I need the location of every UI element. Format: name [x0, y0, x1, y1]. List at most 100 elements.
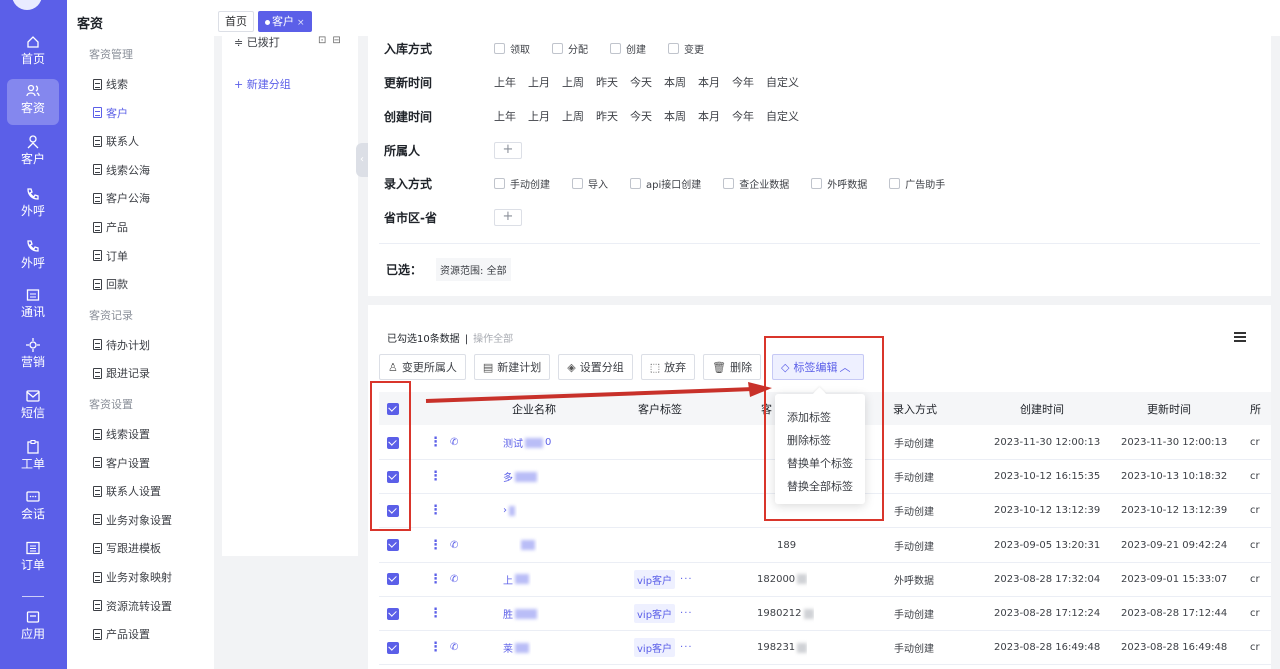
new-plan-button[interactable]: ▤ 新建计划 [473, 354, 551, 380]
tag-edit-button[interactable]: ◇ 标签编辑 ︿ [772, 354, 864, 380]
time-option[interactable]: 上年 [494, 74, 516, 90]
row-checkbox[interactable] [387, 426, 399, 459]
rail-item-8[interactable]: 工单 [7, 435, 59, 481]
sidebar-item[interactable]: 业务对象设置 [93, 512, 172, 528]
more-vertical-icon[interactable]: ⋮ [429, 538, 442, 553]
row-checkbox[interactable] [387, 597, 399, 630]
rail-item-10[interactable]: 订单 [7, 536, 59, 582]
checkbox-checked-icon[interactable] [387, 573, 399, 586]
sidebar-item[interactable]: 待办计划 [93, 337, 150, 353]
rail-item-5[interactable]: 通讯 [7, 283, 59, 329]
sidebar-item[interactable]: 写跟进模板 [93, 540, 161, 556]
delete-button[interactable]: 🗑 删除 [703, 354, 762, 380]
more-vertical-icon[interactable]: ⋮ [429, 640, 442, 655]
rail-item-2[interactable]: 客户 [7, 130, 59, 176]
tab-home[interactable]: 首页 [218, 11, 254, 32]
sidebar-item[interactable]: 订单 [93, 248, 128, 264]
rail-item-1[interactable]: 客资 [7, 79, 59, 125]
time-option[interactable]: 上年 [494, 108, 516, 124]
customer-tag[interactable]: vip客户 [634, 569, 676, 589]
more-vertical-icon[interactable]: ⋮ [429, 572, 442, 587]
filter-checkbox[interactable]: 创建 [610, 41, 646, 56]
more-vertical-icon[interactable]: ⋮ [429, 435, 442, 450]
sidebar-item[interactable]: 线索设置 [93, 426, 150, 442]
time-option[interactable]: 上月 [528, 108, 550, 124]
time-option[interactable]: 本周 [664, 108, 686, 124]
row-checkbox[interactable] [387, 494, 399, 527]
filter-checkbox[interactable]: 导入 [572, 176, 608, 191]
column-settings-icon[interactable] [1234, 332, 1246, 342]
phone-icon[interactable]: ✆ [450, 540, 458, 551]
sidebar-item[interactable]: 产品 [93, 219, 128, 235]
checkbox-icon[interactable] [494, 177, 505, 189]
group-item-dialed[interactable]: ≑ 已拨打 [234, 34, 280, 50]
company-name[interactable]: 胜 [503, 597, 539, 630]
close-tab-icon[interactable]: × [297, 18, 305, 28]
company-name[interactable]: 多 [503, 460, 539, 493]
row-checkbox[interactable] [387, 529, 399, 562]
sidebar-item[interactable]: 跟进记录 [93, 365, 150, 381]
filter-checkbox[interactable]: 外呼数据 [811, 176, 867, 191]
rail-item-6[interactable]: 营销 [7, 333, 59, 379]
col-owner[interactable]: 所 [1250, 392, 1261, 425]
sidebar-item[interactable]: 线索公海 [93, 162, 150, 178]
sidebar-item[interactable]: 联系人设置 [93, 483, 161, 499]
company-name[interactable]: 上 [503, 563, 531, 596]
collapse-handle[interactable]: ‹ [356, 143, 368, 177]
time-option[interactable]: 上周 [562, 74, 584, 90]
checkbox-icon[interactable] [630, 177, 641, 189]
tab-customer[interactable]: 客户 × [258, 11, 312, 32]
company-name[interactable] [519, 529, 537, 562]
row-checkbox[interactable] [387, 631, 399, 664]
filter-checkbox[interactable]: 分配 [552, 41, 588, 56]
time-option[interactable]: 自定义 [766, 108, 799, 124]
filter-checkbox[interactable]: 查企业数据 [723, 176, 789, 191]
filter-checkbox[interactable]: 广告助手 [889, 176, 945, 191]
time-option[interactable]: 昨天 [596, 108, 618, 124]
set-group-button[interactable]: ◈ 设置分组 [558, 354, 633, 380]
filter-checkbox[interactable]: api接口创建 [630, 176, 701, 191]
add-region-button[interactable]: + [494, 208, 522, 226]
checkbox-checked-icon[interactable] [387, 607, 399, 620]
filter-checkbox[interactable]: 变更 [668, 41, 704, 56]
more-tags-icon[interactable]: ··· [680, 608, 693, 619]
rail-item-0[interactable]: 首页 [7, 30, 59, 76]
more-tags-icon[interactable]: ··· [680, 642, 693, 653]
sidebar-item[interactable]: 联系人 [93, 133, 139, 149]
rail-item-11[interactable]: 应用 [7, 605, 59, 651]
sidebar-item[interactable]: 业务对象映射 [93, 569, 172, 585]
checkbox-checked-icon[interactable] [387, 504, 399, 517]
new-group-button[interactable]: + 新建分组 [234, 76, 291, 92]
select-all-checkbox[interactable] [387, 392, 399, 425]
customer-tag[interactable]: vip客户 [634, 604, 676, 623]
col-entry-method[interactable]: 录入方式 [893, 392, 937, 425]
checkbox-icon[interactable] [610, 42, 621, 54]
time-option[interactable]: 自定义 [766, 74, 799, 90]
abandon-button[interactable]: ⬚ 放弃 [640, 354, 696, 380]
delete-icon[interactable]: ⊟ [332, 35, 346, 46]
row-checkbox[interactable] [387, 460, 399, 493]
company-name[interactable]: 测试 0 [503, 426, 551, 459]
change-owner-button[interactable]: ♙ 变更所属人 [379, 354, 466, 380]
col-updated[interactable]: 更新时间 [1147, 392, 1191, 425]
checkbox-checked-icon[interactable] [387, 539, 399, 552]
time-option[interactable]: 本月 [698, 74, 720, 90]
operate-all-link[interactable]: 操作全部 [473, 334, 513, 345]
sidebar-item[interactable]: 资源流转设置 [93, 598, 172, 614]
phone-icon[interactable]: ✆ [450, 437, 458, 448]
dropdown-item[interactable]: 替换全部标签 [775, 475, 865, 498]
company-name[interactable]: › [503, 494, 517, 527]
more-tags-icon[interactable]: ··· [680, 574, 693, 585]
sidebar-item[interactable]: 客户 [93, 105, 128, 121]
sidebar-item[interactable]: 客户公海 [93, 190, 150, 206]
selected-filter-chip[interactable]: 资源范围: 全部 [436, 258, 511, 281]
sidebar-item[interactable]: 回款 [93, 276, 128, 292]
time-option[interactable]: 今天 [630, 108, 652, 124]
time-option[interactable]: 上周 [562, 108, 584, 124]
rail-item-3[interactable]: 外呼 [7, 182, 59, 228]
checkbox-icon[interactable] [668, 42, 679, 54]
phone-icon[interactable]: ✆ [450, 642, 458, 653]
rail-item-4[interactable]: 外呼 [7, 234, 59, 280]
row-checkbox[interactable] [387, 563, 399, 596]
sidebar-item[interactable]: 产品设置 [93, 626, 150, 642]
